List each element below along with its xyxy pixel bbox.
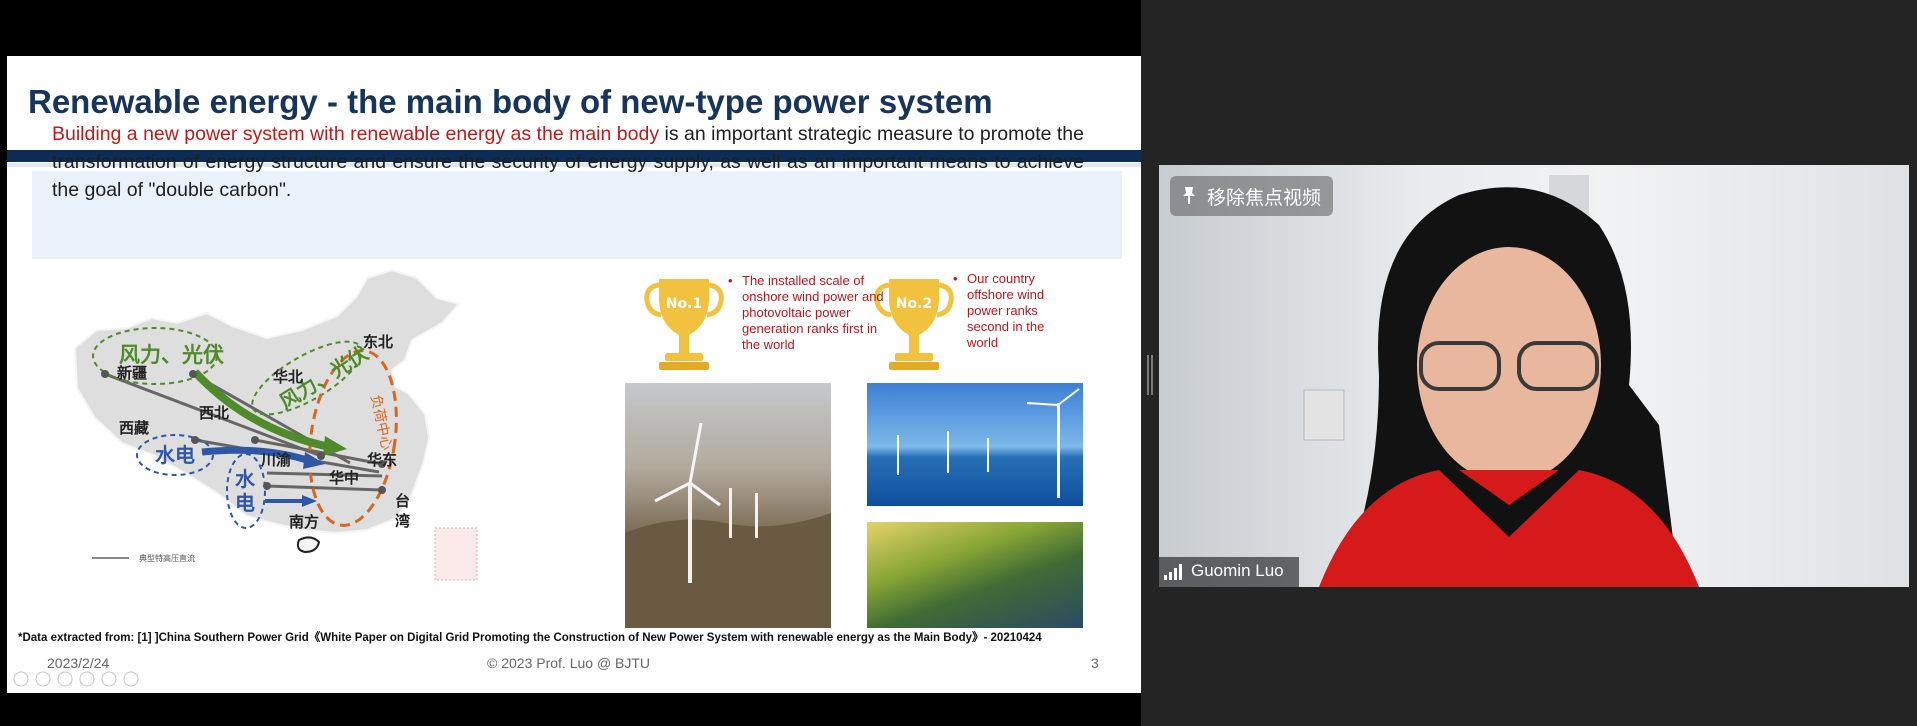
trophy-badge: No.1 xyxy=(666,296,702,312)
participant-video[interactable] xyxy=(1159,165,1909,587)
turbine-blade xyxy=(689,481,721,507)
turbine-tower xyxy=(1057,403,1060,498)
region-label-huabei: 华北 xyxy=(273,368,303,386)
slide-footnote: *Data extracted from: [1] ]China Souther… xyxy=(18,632,1042,644)
map-legend-label: 典型特高压直流 xyxy=(139,553,195,563)
trophy-badge: No.2 xyxy=(896,296,932,312)
intro-paragraph: Building a new power system with renewab… xyxy=(52,120,1084,204)
turbine-tower xyxy=(688,483,692,583)
region-label-xizang: 西藏 xyxy=(119,419,149,437)
turbine-tower xyxy=(987,438,989,472)
offshore-wind-farm-photo xyxy=(867,383,1083,506)
map-label-hydro-sw: 水电 xyxy=(155,443,195,467)
stat-text: The installed scale of onshore wind powe… xyxy=(742,273,884,352)
participant-name: Guomin Luo xyxy=(1191,561,1284,580)
turbine-tower xyxy=(897,435,899,475)
next-slide-icon[interactable] xyxy=(35,671,51,687)
grid-node xyxy=(317,452,325,460)
mountain-ridge xyxy=(625,513,831,628)
slide-date: 2023/2/24 xyxy=(47,655,110,671)
turbines-illustration xyxy=(625,422,831,628)
south-sea-inset xyxy=(434,527,478,581)
region-label-huazhong: 华中 xyxy=(329,469,359,487)
signal-bar xyxy=(1169,572,1172,580)
bullet: • xyxy=(728,273,733,288)
china-energy-map: 风力、光伏 风力、光伏 水电 水 电 负荷中心 新疆 西藏 西北 华北 东北 川… xyxy=(73,268,478,581)
pin-head xyxy=(1183,187,1195,196)
bullet: • xyxy=(953,271,958,286)
trophy-base xyxy=(659,362,709,370)
region-label-taiwan-1: 台 xyxy=(395,492,410,510)
turbine-blade xyxy=(654,481,691,503)
trophy-base xyxy=(889,362,939,370)
mountain-wind-turbines-photo xyxy=(625,383,831,628)
map-label-hydro-s1: 水 xyxy=(235,467,256,491)
zoom-icon[interactable] xyxy=(101,671,117,687)
slides-icon[interactable] xyxy=(79,671,95,687)
trophy-base xyxy=(895,353,933,361)
trophy-icon: No.1 xyxy=(644,279,724,370)
pin-needle xyxy=(1188,196,1190,204)
hainan-island xyxy=(296,536,321,554)
trophy-stem xyxy=(909,335,919,353)
slide-footer: © 2023 Prof. Luo @ BJTU xyxy=(487,655,651,671)
signal-icon xyxy=(1164,564,1182,580)
signal-bar xyxy=(1179,564,1182,580)
trophy-handle xyxy=(706,282,724,318)
region-label-chuanyu: 川渝 xyxy=(260,451,292,469)
region-label-nanfang: 南方 xyxy=(289,513,319,531)
trophy-base xyxy=(665,353,703,361)
handle-bar xyxy=(1151,355,1153,395)
region-label-xibei: 西北 xyxy=(199,404,229,422)
unpin-video-label[interactable]: 移除焦点视频 xyxy=(1207,183,1321,210)
person-face xyxy=(1417,247,1601,483)
grid-node xyxy=(101,370,109,378)
wall-outlet xyxy=(1303,389,1345,441)
turbine-tower xyxy=(755,493,758,538)
grid-node xyxy=(263,482,271,490)
trophy-handle xyxy=(644,282,662,318)
handle-bar xyxy=(1147,355,1149,395)
turbine-tower xyxy=(729,488,732,538)
region-label-dongbei: 东北 xyxy=(363,333,393,351)
turbine-blade xyxy=(1057,388,1080,406)
region-label-xinjiang: 新疆 xyxy=(117,364,147,382)
participant-video-frame xyxy=(1303,175,1699,587)
slide-page-number: 3 xyxy=(1091,655,1099,671)
region-label-taiwan-2: 湾 xyxy=(395,512,410,530)
slide-title: Renewable energy - the main body of new-… xyxy=(28,83,993,120)
pen-icon[interactable] xyxy=(57,671,73,687)
offshore-illustration xyxy=(897,388,1080,498)
grid-node xyxy=(378,486,386,494)
intro-highlight: Building a new power system with renewab… xyxy=(52,123,660,145)
turbine-tower xyxy=(947,431,949,473)
trophy-handle xyxy=(936,282,954,318)
stat-text: Our country offshore wind power ranks se… xyxy=(967,271,1045,350)
solar-farm-photo xyxy=(867,522,1083,628)
panel-resize-handle[interactable] xyxy=(1147,355,1153,395)
grid-node xyxy=(189,370,197,378)
stat-onshore-wind: • The installed scale of onshore wind po… xyxy=(728,273,892,353)
stat-offshore-wind: • Our country offshore wind power ranks … xyxy=(953,271,1077,351)
signal-bar xyxy=(1174,568,1177,580)
more-icon[interactable] xyxy=(123,671,139,687)
pin-icon xyxy=(1183,187,1195,204)
previous-slide-icon[interactable] xyxy=(13,671,29,687)
region-label-huadong: 华东 xyxy=(367,451,397,469)
slide-show-controls[interactable] xyxy=(11,670,171,688)
signal-bar xyxy=(1164,575,1167,580)
turbine-blade xyxy=(1026,402,1059,406)
map-label-hydro-s2: 电 xyxy=(235,491,255,515)
trophy-stem xyxy=(679,335,689,353)
grid-node xyxy=(251,436,259,444)
turbine-blade xyxy=(688,422,703,484)
